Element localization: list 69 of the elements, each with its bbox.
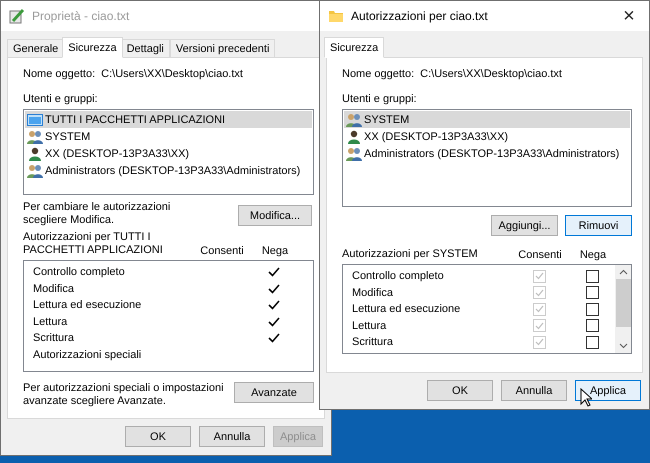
permission-name: Scrittura — [33, 332, 75, 344]
window-title: Autorizzazioni per ciao.txt — [351, 9, 489, 23]
section-label: Utenti e gruppi: — [342, 93, 418, 106]
section-label: Autorizzazioni per TUTTI I PACCHETTI APPLICAZIONI — [23, 231, 164, 257]
user-icon — [27, 146, 43, 160]
file-properties-icon — [9, 8, 25, 24]
app-package-icon — [27, 112, 43, 126]
checkbox[interactable] — [586, 270, 598, 283]
checkbox[interactable] — [586, 319, 598, 332]
permission-name: Lettura ed esecuzione — [33, 299, 142, 312]
user-group-icon — [346, 112, 362, 126]
user-list-item[interactable]: SYSTEM — [344, 111, 630, 128]
user-list-item[interactable]: XX (DESKTOP-13P3A33\XX) — [344, 128, 630, 145]
dialog-button[interactable]: OK — [427, 380, 493, 401]
object-path: C:\Users\XX\Desktop\ciao.txt — [420, 68, 562, 81]
checkmark-icon — [268, 316, 280, 327]
action-button[interactable]: Aggiungi... — [491, 215, 558, 236]
dialog-button[interactable]: Annulla — [199, 426, 265, 447]
user-list-item[interactable]: Administrators (DESKTOP-13P3A33\Administrators) — [25, 162, 312, 179]
permission-name: Modifica — [352, 286, 394, 299]
column-header: Consenti — [518, 249, 562, 261]
section-label: Utenti e gruppi: — [23, 93, 99, 106]
object-path: C:\Users\XX\Desktop\ciao.txt — [101, 68, 243, 81]
permission-name: Controllo completo — [352, 270, 445, 282]
user-group-icon — [27, 130, 43, 144]
user-group-icon — [346, 146, 362, 160]
hint-text: Per cambiare le autorizzazioni scegliere Modifica. — [23, 201, 170, 227]
edit-button[interactable]: Modifica... — [238, 205, 312, 226]
checkmark-icon — [268, 284, 280, 294]
section-label: Autorizzazioni per SYSTEM — [342, 248, 479, 261]
user-list-item[interactable]: SYSTEM — [25, 128, 312, 145]
permission-name: Modifica — [33, 282, 75, 295]
permission-name: Lettura ed esecuzione — [352, 303, 462, 316]
column-header: Nega — [580, 249, 606, 261]
permission-name: Autorizzazioni speciali — [33, 348, 142, 361]
column-header: Nega — [262, 245, 288, 257]
permission-name: Lettura — [352, 320, 388, 332]
dialog-button[interactable]: Annulla — [501, 380, 567, 401]
permission-name: Lettura — [33, 316, 68, 328]
window-title: Proprietà - ciao.txt — [32, 9, 130, 23]
tab[interactable]: Generale — [7, 39, 64, 58]
tab[interactable]: Sicurezza — [324, 37, 384, 58]
user-group-icon — [27, 164, 43, 178]
checkbox[interactable] — [586, 286, 598, 300]
checkmark-icon — [268, 267, 280, 278]
column-header: Consenti — [200, 245, 244, 257]
advanced-button[interactable]: Avanzate — [234, 382, 314, 403]
checkmark-icon — [268, 333, 280, 344]
checkbox[interactable] — [586, 336, 598, 349]
scrollbar[interactable] — [615, 265, 631, 353]
user-icon — [346, 130, 362, 144]
user-list-item[interactable]: TUTTI I PACCHETTI APPLICAZIONI — [25, 111, 312, 128]
tab[interactable]: Versioni precedenti — [170, 39, 276, 58]
user-list-item[interactable]: XX (DESKTOP-13P3A33\XX) — [25, 145, 312, 162]
action-button[interactable]: Rimuovi — [565, 215, 632, 236]
permission-name: Scrittura — [352, 336, 394, 348]
checkbox[interactable] — [586, 302, 598, 316]
mouse-cursor-icon — [580, 388, 592, 407]
folder-icon — [328, 8, 344, 24]
user-list-item[interactable]: Administrators (DESKTOP-13P3A33\Administrators) — [344, 145, 630, 162]
close-button[interactable]: × — [609, 1, 649, 31]
dialog-button[interactable]: OK — [125, 426, 191, 447]
field-label: Nome oggetto: — [342, 68, 414, 81]
hint-text: Per autorizzazioni speciali o impostazioni avanzate scegliere Avanzate. — [23, 382, 224, 408]
checkmark-icon — [268, 300, 280, 310]
tab[interactable]: Dettagli — [120, 39, 170, 58]
field-label: Nome oggetto: — [23, 68, 96, 81]
permission-name: Controllo completo — [33, 266, 126, 278]
tab[interactable]: Sicurezza — [62, 37, 123, 58]
